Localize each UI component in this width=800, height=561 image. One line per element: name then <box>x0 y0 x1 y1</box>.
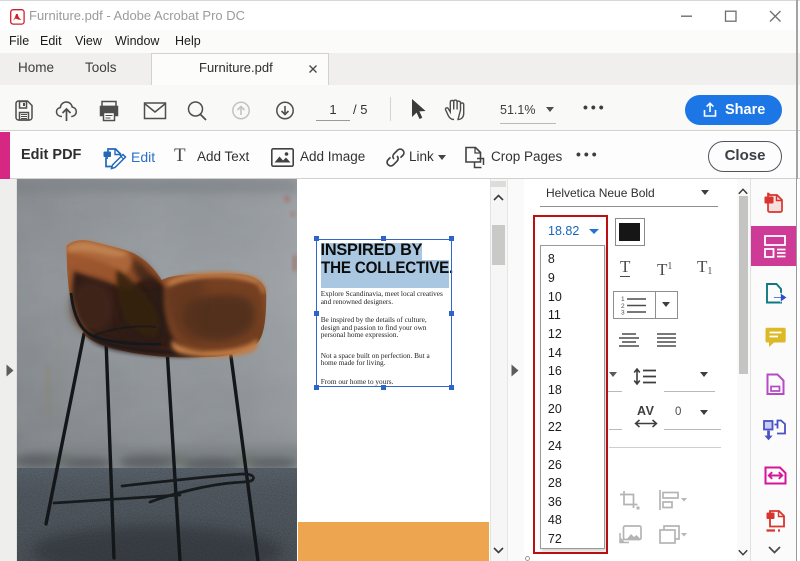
svg-text:3: 3 <box>621 310 625 316</box>
svg-text:1: 1 <box>621 296 625 303</box>
